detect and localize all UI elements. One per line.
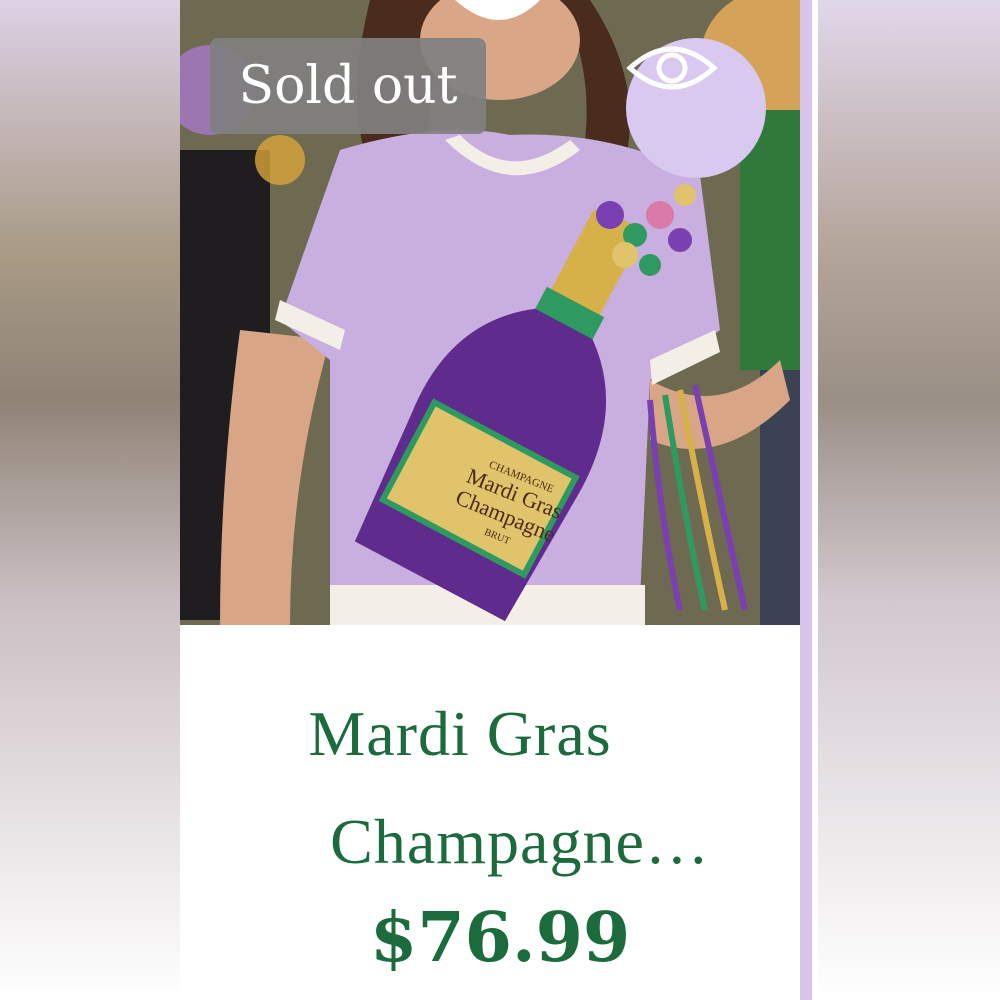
sold-out-badge: Sold out — [210, 38, 486, 134]
product-image[interactable]: CHAMPAGNE Mardi Gras Champagne BRUT Sold… — [180, 0, 800, 625]
product-price: $76.99 — [370, 898, 631, 978]
product-title-line2: Champagne… — [330, 806, 710, 877]
product-title[interactable]: Mardi Gras Champagne… — [180, 680, 800, 896]
background-left — [0, 0, 180, 1000]
product-card[interactable]: CHAMPAGNE Mardi Gras Champagne BRUT Sold… — [180, 0, 800, 1000]
background-right — [818, 0, 1000, 1000]
eye-icon — [626, 46, 718, 90]
accent-stripe — [800, 0, 812, 1000]
card-border — [800, 0, 818, 1000]
product-title-line1: Mardi Gras — [308, 698, 612, 769]
quick-view-button[interactable] — [626, 38, 766, 178]
